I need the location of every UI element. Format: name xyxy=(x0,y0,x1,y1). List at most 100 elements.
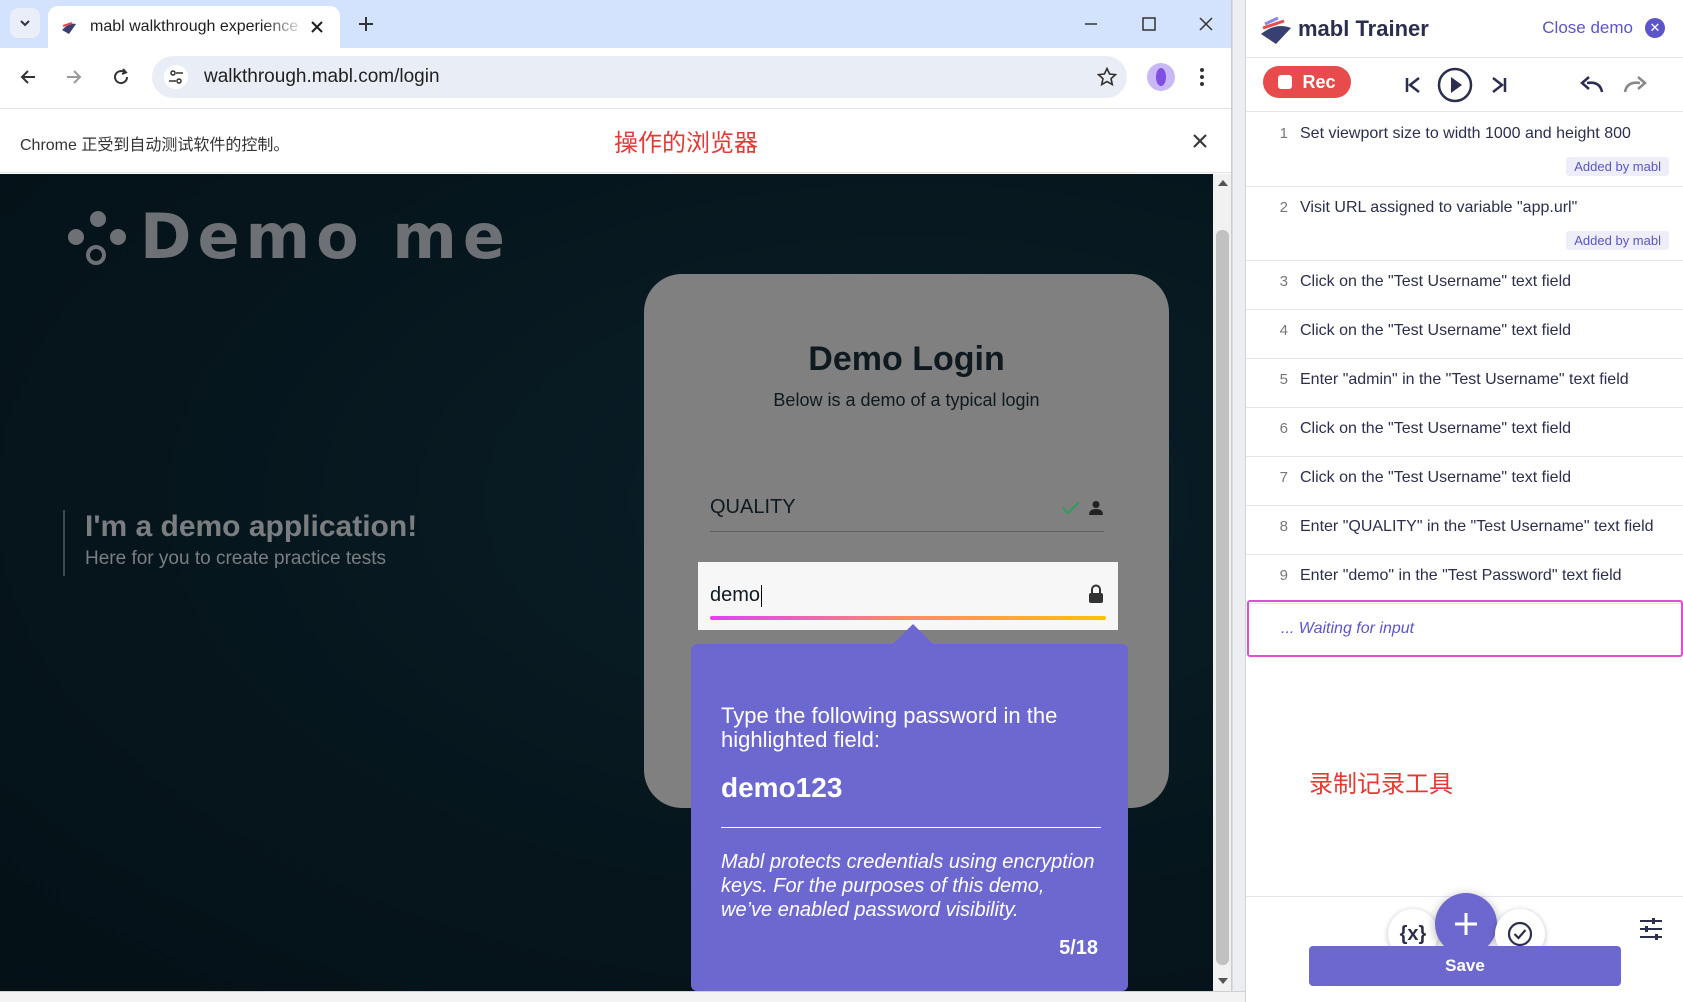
redo-button[interactable] xyxy=(1618,68,1652,102)
close-window-button[interactable] xyxy=(1186,8,1226,40)
profile-icon xyxy=(1156,68,1166,86)
reload-icon xyxy=(114,68,129,85)
step-row[interactable]: 5 Enter "admin" in the "Test Username" t… xyxy=(1246,359,1683,408)
site-info-button[interactable] xyxy=(164,65,188,89)
waiting-for-input-row: ... Waiting for input xyxy=(1247,600,1683,657)
forward-icon xyxy=(67,70,82,84)
lock-icon xyxy=(1089,584,1103,603)
login-title: Demo Login xyxy=(808,340,1005,378)
password-value: demo xyxy=(710,584,763,607)
stop-square-icon xyxy=(1278,75,1293,89)
step-text: Enter "demo" in the "Test Password" text… xyxy=(1300,567,1622,584)
tooltip-instruction: Type the following password in the highl… xyxy=(721,703,1058,752)
tooltip-step-counter: 5/18 xyxy=(1059,937,1098,959)
tooltip-divider xyxy=(721,827,1101,828)
address-bar[interactable]: walkthrough.mabl.com/login xyxy=(152,56,1127,98)
annotation-browser-label: 操作的浏览器 xyxy=(614,130,758,157)
close-icon xyxy=(311,21,323,33)
bookmark-button[interactable] xyxy=(1087,67,1127,87)
step-row[interactable]: 7 Click on the "Test Username" text fiel… xyxy=(1246,457,1683,506)
scrollbar-thumb[interactable] xyxy=(1216,230,1229,965)
step-row[interactable]: 9 Enter "demo" in the "Test Password" te… xyxy=(1246,555,1683,604)
minimize-button[interactable] xyxy=(1071,8,1111,40)
hero-block: I'm a demo application! Here for you to … xyxy=(63,510,417,576)
save-button[interactable]: Save xyxy=(1309,946,1621,986)
step-text: Click on the "Test Username" text field xyxy=(1300,322,1572,339)
plus-icon xyxy=(1455,913,1477,935)
check-icon xyxy=(1062,500,1080,514)
skip-forward-button[interactable] xyxy=(1482,68,1516,102)
maximize-icon xyxy=(1142,17,1156,31)
step-number: 1 xyxy=(1279,125,1288,142)
step-text: Click on the "Test Username" text field xyxy=(1300,469,1572,486)
step-text: Click on the "Test Username" text field xyxy=(1300,273,1572,290)
close-icon: ✕ xyxy=(1645,18,1665,38)
scroll-down-arrow-icon[interactable] xyxy=(1218,978,1228,984)
undo-button[interactable] xyxy=(1575,68,1609,102)
page-scrollbar[interactable] xyxy=(1213,174,1231,991)
step-row[interactable]: 6 Click on the "Test Username" text fiel… xyxy=(1246,408,1683,457)
tab-list-icon xyxy=(20,20,30,27)
step-row[interactable]: 4 Click on the "Test Username" text fiel… xyxy=(1246,310,1683,359)
step-row[interactable]: 3 Click on the "Test Username" text fiel… xyxy=(1246,261,1683,310)
step-number: 3 xyxy=(1279,273,1288,290)
step-number: 8 xyxy=(1279,518,1288,535)
mabl-trainer-panel: mabl Trainer Close demo ✕ Rec 1 Set view… xyxy=(1245,0,1683,1002)
back-button[interactable] xyxy=(11,60,45,94)
close-icon xyxy=(1193,134,1207,148)
check-circle-icon xyxy=(1507,921,1533,947)
trainer-controls: Rec xyxy=(1246,58,1683,112)
annotation-trainer-label: 录制记录工具 xyxy=(1309,771,1453,798)
minimize-icon xyxy=(1085,23,1097,25)
plus-icon xyxy=(359,17,373,31)
tab-list-button[interactable] xyxy=(10,8,40,38)
username-field[interactable]: QUALITY xyxy=(710,484,1104,532)
forward-button[interactable] xyxy=(57,60,91,94)
step-text: Enter "admin" in the "Test Username" tex… xyxy=(1300,371,1629,388)
variables-icon: {x} xyxy=(1399,922,1427,945)
password-highlight-underline xyxy=(710,616,1106,620)
skip-back-button[interactable] xyxy=(1396,68,1430,102)
site-info-icon xyxy=(169,70,183,84)
tab-close-button[interactable] xyxy=(306,16,328,38)
password-field[interactable]: demo xyxy=(698,562,1118,630)
browser-menu-button[interactable] xyxy=(1192,62,1212,92)
step-text: Visit URL assigned to variable "app.url" xyxy=(1300,199,1578,216)
tooltip-note: Mabl protects credentials using encrypti… xyxy=(721,851,1095,921)
taskbar-edge xyxy=(0,991,1245,1002)
trainer-title: mabl Trainer xyxy=(1298,16,1429,41)
close-demo-button[interactable]: Close demo ✕ xyxy=(1542,18,1665,38)
tab-strip: mabl walkthrough experience xyxy=(0,0,1231,48)
maximize-button[interactable] xyxy=(1129,8,1169,40)
scroll-up-arrow-icon[interactable] xyxy=(1218,180,1228,186)
window-gap xyxy=(1233,0,1245,1002)
step-row[interactable]: 1 Set viewport size to width 1000 and he… xyxy=(1246,113,1683,187)
skip-back-icon xyxy=(1405,77,1420,93)
step-text: Enter "QUALITY" in the "Test Username" t… xyxy=(1300,518,1654,535)
logo-text: Demo me xyxy=(140,200,511,273)
new-tab-button[interactable] xyxy=(352,10,380,38)
play-button[interactable] xyxy=(1436,66,1474,104)
close-icon xyxy=(1199,17,1213,31)
trainer-header: mabl Trainer Close demo ✕ xyxy=(1246,0,1683,58)
tooltip-password: demo123 xyxy=(721,772,843,803)
automation-infobar: Chrome 正受到自动测试软件的控制。 操作的浏览器 xyxy=(0,108,1231,173)
tab-title: mabl walkthrough experience xyxy=(90,18,299,35)
record-button[interactable]: Rec xyxy=(1263,66,1351,98)
star-icon xyxy=(1097,67,1117,87)
infobar-close-button[interactable] xyxy=(1188,129,1212,153)
step-row[interactable]: 2 Visit URL assigned to variable "app.ur… xyxy=(1246,187,1683,261)
step-row[interactable]: 8 Enter "QUALITY" in the "Test Username"… xyxy=(1246,506,1683,555)
step-text: Click on the "Test Username" text field xyxy=(1300,420,1572,437)
menu-icon xyxy=(1200,68,1204,86)
added-by-mabl-badge: Added by mabl xyxy=(1566,157,1669,176)
undo-icon xyxy=(1580,76,1604,93)
mabl-logo-icon xyxy=(1261,16,1291,44)
reload-button[interactable] xyxy=(104,60,138,94)
step-number: 6 xyxy=(1279,420,1288,437)
browser-tab[interactable]: mabl walkthrough experience xyxy=(48,6,340,48)
waiting-text: ... Waiting for input xyxy=(1281,620,1415,637)
step-number: 2 xyxy=(1279,199,1288,216)
profile-button[interactable] xyxy=(1147,63,1175,91)
settings-sliders-icon[interactable] xyxy=(1637,915,1665,943)
